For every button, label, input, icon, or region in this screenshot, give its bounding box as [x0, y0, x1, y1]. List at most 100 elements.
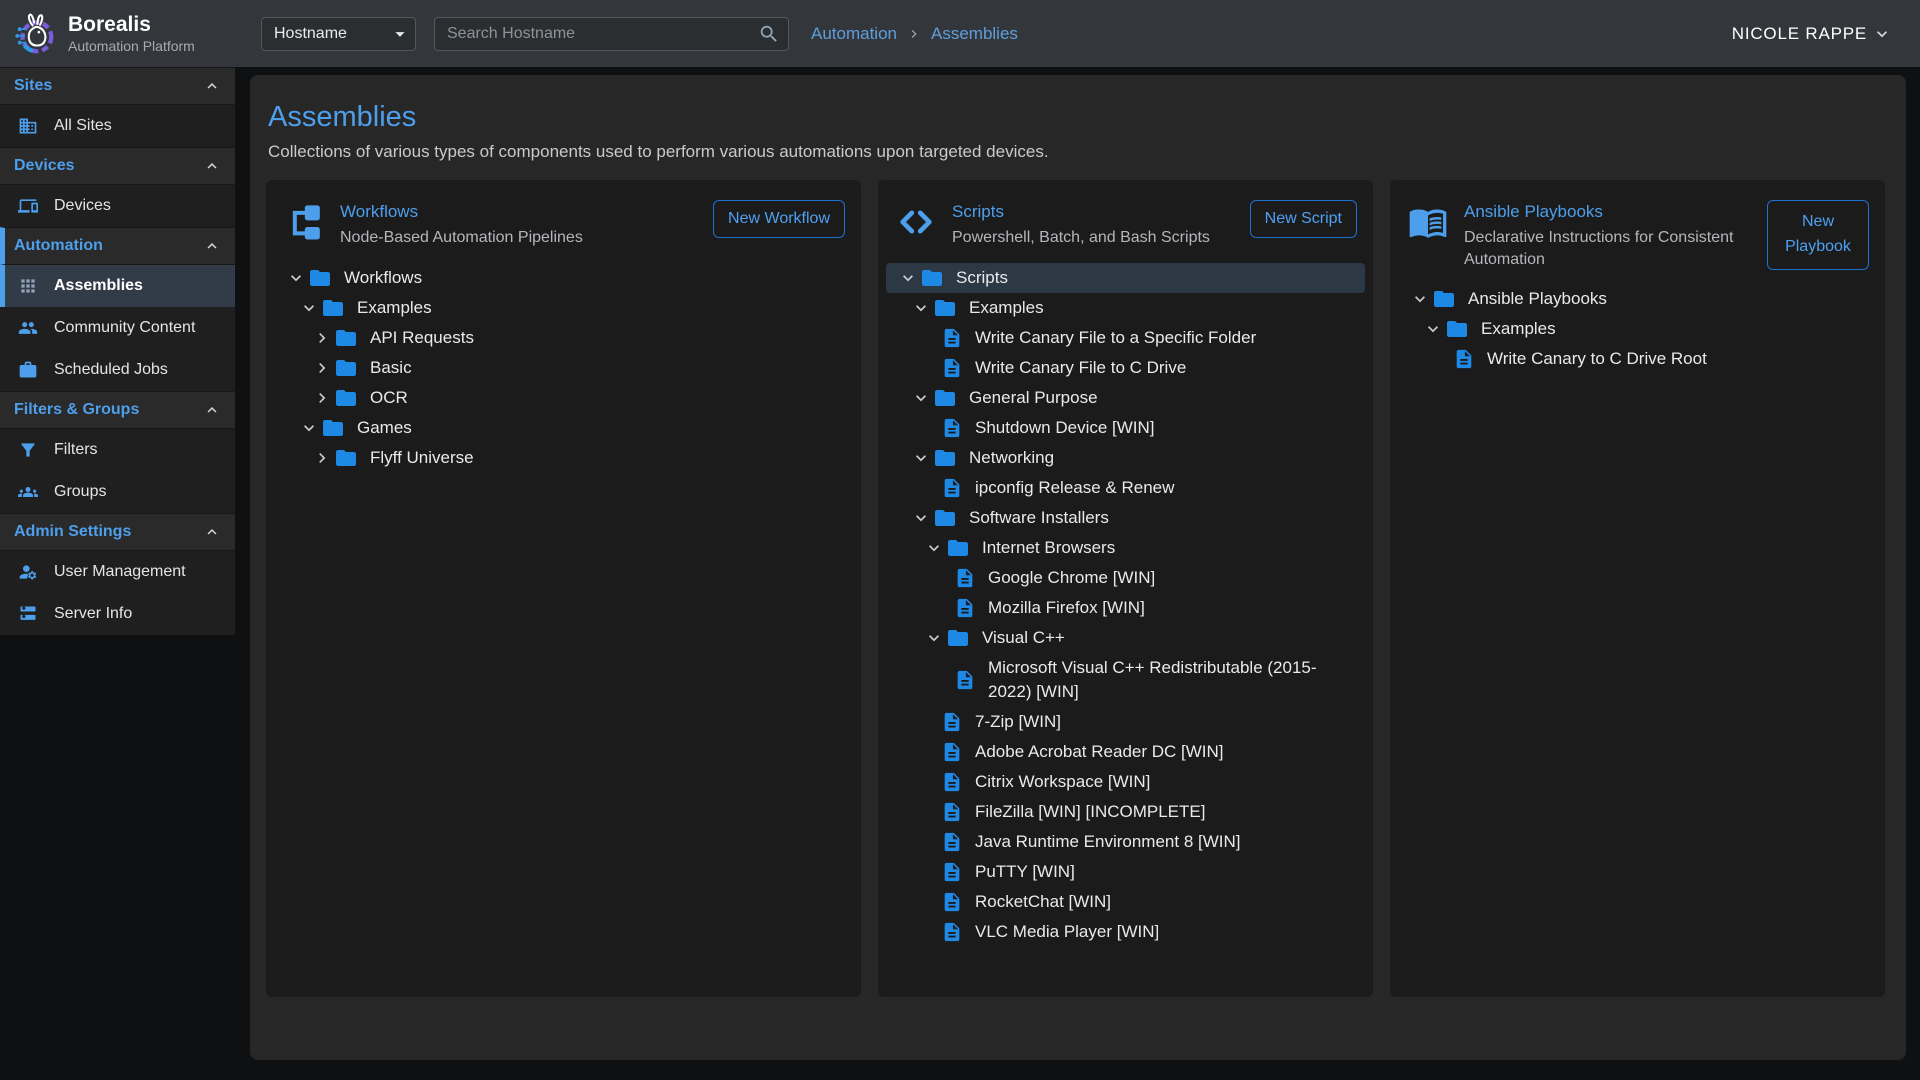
breadcrumb-automation[interactable]: Automation: [811, 24, 897, 44]
chevron-down-icon[interactable]: [924, 628, 946, 648]
building-icon: [18, 116, 38, 136]
tree-folder-item[interactable]: Networking: [886, 443, 1365, 473]
breadcrumb-assemblies[interactable]: Assemblies: [931, 24, 1018, 44]
tree-file-item[interactable]: Write Canary File to a Specific Folder: [886, 323, 1365, 353]
chevron-down-icon[interactable]: [1423, 319, 1445, 339]
tree-folder-item[interactable]: General Purpose: [886, 383, 1365, 413]
sidebar-item-devices[interactable]: Devices: [0, 185, 235, 227]
tree-item-label: RocketChat [WIN]: [975, 890, 1111, 914]
sidebar-item-filters[interactable]: Filters: [0, 429, 235, 471]
tree-folder-item[interactable]: Internet Browsers: [886, 533, 1365, 563]
chevron-right-icon[interactable]: [312, 388, 334, 408]
tree-folder-item[interactable]: Examples: [1398, 314, 1877, 344]
sidebar-section-devices[interactable]: Devices: [0, 147, 235, 185]
briefcase-icon: [18, 360, 38, 380]
sidebar-item-user-management[interactable]: User Management: [0, 551, 235, 593]
chevron-down-icon[interactable]: [286, 268, 308, 288]
tree-file-item[interactable]: Adobe Acrobat Reader DC [WIN]: [886, 737, 1365, 767]
card-workflows: WorkflowsNode-Based Automation Pipelines…: [266, 180, 861, 997]
chevron-right-icon[interactable]: [312, 358, 334, 378]
tree-workflows: WorkflowsExamplesAPI Requests Basic OCRGam…: [274, 263, 853, 473]
tree-folder-item[interactable]: OCR: [274, 383, 853, 413]
tree-scripts: ScriptsExamplesWrite Canary File to a Sp…: [886, 263, 1365, 947]
tree-file-item[interactable]: Write Canary File to C Drive: [886, 353, 1365, 383]
chevron-right-icon[interactable]: [312, 448, 334, 468]
tree-file-item[interactable]: VLC Media Player [WIN]: [886, 917, 1365, 947]
tree-file-item[interactable]: Microsoft Visual C++ Redistributable (20…: [886, 653, 1365, 707]
filter-icon: [18, 440, 38, 460]
card-playbooks: Ansible PlaybooksDeclarative Instruction…: [1390, 180, 1885, 997]
chevron-right-icon[interactable]: [312, 328, 334, 348]
sidebar-section-admin-settings[interactable]: Admin Settings: [0, 513, 235, 551]
tree-file-item[interactable]: PuTTY [WIN]: [886, 857, 1365, 887]
folder-icon: [933, 386, 957, 410]
tree-file-item[interactable]: RocketChat [WIN]: [886, 887, 1365, 917]
file-icon: [954, 669, 976, 691]
card-subtitle: Powershell, Batch, and Bash Scripts: [952, 227, 1236, 249]
folder-icon: [1445, 317, 1469, 341]
tree-item-label: Ansible Playbooks: [1468, 287, 1607, 311]
chevron-down-icon[interactable]: [299, 298, 321, 318]
sidebar-item-community-content[interactable]: Community Content: [0, 307, 235, 349]
tree-file-item[interactable]: 7-Zip [WIN]: [886, 707, 1365, 737]
tree-file-item[interactable]: Mozilla Firefox [WIN]: [886, 593, 1365, 623]
tree-file-item[interactable]: Shutdown Device [WIN]: [886, 413, 1365, 443]
new-script-button[interactable]: New Script: [1250, 200, 1357, 238]
sidebar-item-label: Server Info: [54, 605, 132, 623]
tree-folder-item[interactable]: Examples: [886, 293, 1365, 323]
devices-icon: [18, 196, 38, 216]
tree-folder-item[interactable]: Examples: [274, 293, 853, 323]
sidebar-item-all-sites[interactable]: All Sites: [0, 105, 235, 147]
tree-folder-item[interactable]: Basic: [274, 353, 853, 383]
tree-file-item[interactable]: Java Runtime Environment 8 [WIN]: [886, 827, 1365, 857]
sidebar-item-label: Community Content: [54, 319, 195, 337]
new-playbook-button[interactable]: New Playbook: [1767, 200, 1869, 270]
folder-icon: [334, 356, 358, 380]
tree-folder-item[interactable]: Software Installers: [886, 503, 1365, 533]
sidebar-section-label: Devices: [14, 157, 203, 175]
tree-folder-item[interactable]: Visual C++: [886, 623, 1365, 653]
tree-item-label: Basic: [370, 356, 412, 380]
chevron-up-icon: [203, 523, 221, 541]
sidebar-item-assemblies[interactable]: Assemblies: [0, 265, 235, 307]
sidebar-item-scheduled-jobs[interactable]: Scheduled Jobs: [0, 349, 235, 391]
tree-folder-item[interactable]: Ansible Playbooks: [1398, 284, 1877, 314]
tree-folder-item[interactable]: API Requests: [274, 323, 853, 353]
app-name: Borealis: [68, 13, 195, 37]
sidebar-section-label: Admin Settings: [14, 523, 203, 541]
search-input[interactable]: [447, 25, 758, 43]
new-workflow-button[interactable]: New Workflow: [713, 200, 845, 238]
sidebar-item-server-info[interactable]: Server Info: [0, 593, 235, 635]
chevron-down-icon[interactable]: [299, 418, 321, 438]
hostname-select[interactable]: Hostname: [261, 17, 416, 51]
tree-file-item[interactable]: Citrix Workspace [WIN]: [886, 767, 1365, 797]
tree-file-item[interactable]: ipconfig Release & Renew: [886, 473, 1365, 503]
tree-folder-item[interactable]: Flyff Universe: [274, 443, 853, 473]
chevron-down-icon[interactable]: [924, 538, 946, 558]
caret-down-icon: [389, 23, 411, 45]
sidebar-item-groups[interactable]: Groups: [0, 471, 235, 513]
chevron-down-icon[interactable]: [911, 388, 933, 408]
chevron-down-icon[interactable]: [1410, 289, 1432, 309]
tree-file-item[interactable]: Google Chrome [WIN]: [886, 563, 1365, 593]
sidebar-section-automation[interactable]: Automation: [0, 227, 235, 265]
tree-folder-item[interactable]: Scripts: [886, 263, 1365, 293]
sidebar-section-filters-groups[interactable]: Filters & Groups: [0, 391, 235, 429]
chevron-down-icon[interactable]: [911, 298, 933, 318]
user-menu[interactable]: NICOLE RAPPE: [1732, 24, 1892, 44]
tree-file-item[interactable]: FileZilla [WIN] [INCOMPLETE]: [886, 797, 1365, 827]
file-icon: [941, 357, 963, 379]
tree-folder-item[interactable]: Games: [274, 413, 853, 443]
sidebar-section-sites[interactable]: Sites: [0, 67, 235, 105]
chevron-down-icon[interactable]: [911, 508, 933, 528]
chevron-down-icon[interactable]: [911, 448, 933, 468]
tree-item-label: PuTTY [WIN]: [975, 860, 1075, 884]
chevron-down-icon[interactable]: [898, 268, 920, 288]
app-logo[interactable]: Borealis Automation Platform: [0, 0, 235, 67]
sidebar-item-label: Filters: [54, 441, 98, 459]
app-root: Borealis Automation Platform SitesAll Si…: [0, 0, 1920, 1080]
sidebar-item-label: Scheduled Jobs: [54, 361, 168, 379]
tree-folder-item[interactable]: Workflows: [274, 263, 853, 293]
code-icon: [894, 202, 938, 242]
tree-file-item[interactable]: Write Canary to C Drive Root: [1398, 344, 1877, 374]
